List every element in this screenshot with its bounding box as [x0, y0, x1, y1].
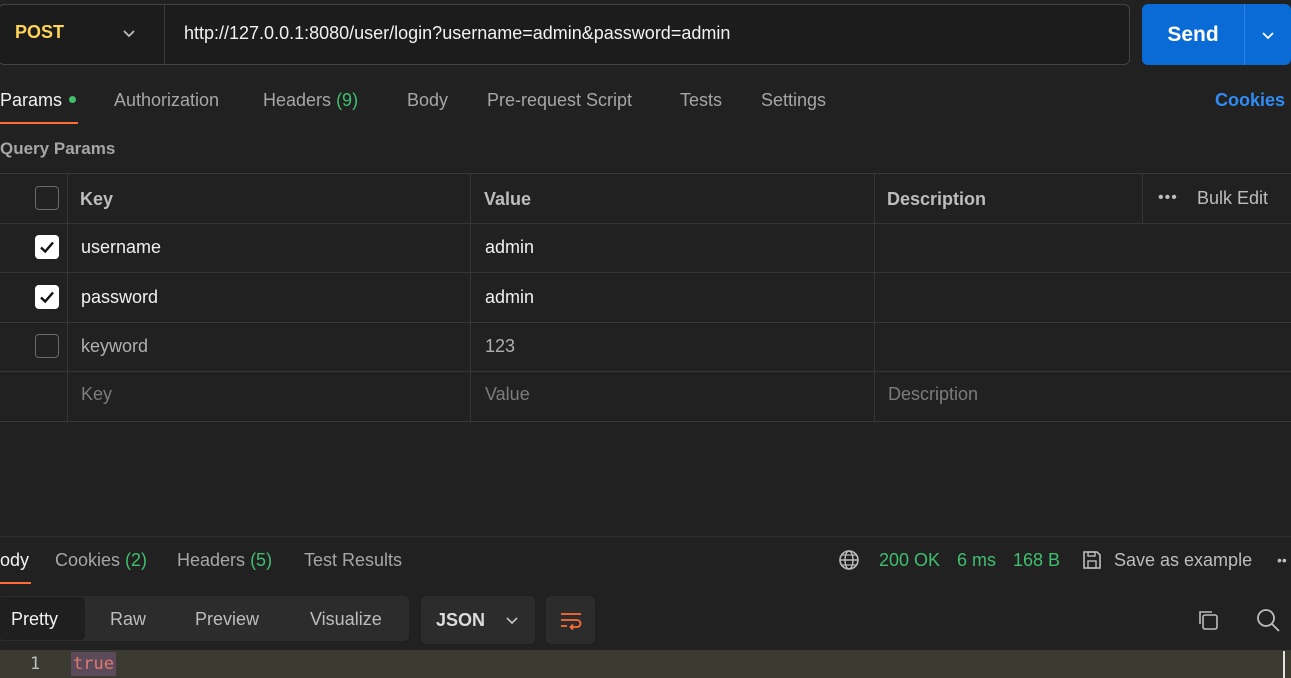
- save-icon[interactable]: [1081, 549, 1103, 571]
- new-key-input[interactable]: Key: [81, 384, 112, 405]
- param-key[interactable]: username: [81, 237, 161, 258]
- check-icon: [40, 291, 54, 304]
- code-line-highlight: [0, 650, 1291, 678]
- table-border: [0, 371, 1291, 372]
- response-tab-test-results[interactable]: Test Results: [304, 550, 402, 571]
- response-size[interactable]: 168 B: [1013, 550, 1060, 571]
- chevron-down-icon[interactable]: [121, 25, 137, 41]
- response-tab-cookies[interactable]: Cookies (2): [55, 550, 147, 571]
- view-mode-pretty[interactable]: Pretty: [11, 609, 58, 630]
- check-icon: [40, 241, 54, 254]
- param-key[interactable]: password: [81, 287, 158, 308]
- cookies-count: (2): [125, 550, 148, 570]
- row-checkbox[interactable]: [35, 235, 59, 259]
- format-label: JSON: [436, 609, 486, 630]
- response-headers-count: (5): [250, 550, 273, 570]
- active-tab-indicator: [0, 582, 31, 584]
- save-as-example-button[interactable]: Save as example: [1114, 550, 1252, 571]
- query-params-title: Query Params: [0, 139, 116, 158]
- row-checkbox[interactable]: [35, 334, 59, 358]
- new-description-input[interactable]: Description: [888, 384, 978, 405]
- format-select[interactable]: JSON: [421, 596, 535, 644]
- column-divider: [874, 173, 875, 421]
- view-mode-visualize[interactable]: Visualize: [310, 609, 382, 630]
- response-time[interactable]: 6 ms: [957, 550, 996, 571]
- response-divider: [0, 536, 1291, 537]
- response-tab-headers[interactable]: Headers (5): [177, 550, 272, 571]
- column-divider: [67, 173, 68, 421]
- table-border: [0, 173, 1291, 174]
- row-checkbox[interactable]: [35, 285, 59, 309]
- url-input[interactable]: http://127.0.0.1:8080/user/login?usernam…: [184, 23, 730, 44]
- wrap-lines-icon: [560, 613, 581, 631]
- select-all-checkbox[interactable]: [35, 186, 59, 210]
- tab-authorization[interactable]: Authorization: [114, 90, 219, 111]
- tab-params[interactable]: Params: [0, 90, 77, 111]
- param-key[interactable]: keyword: [81, 336, 148, 357]
- method-select[interactable]: POST: [15, 22, 64, 43]
- wrap-lines-button[interactable]: [546, 596, 595, 644]
- view-mode-preview[interactable]: Preview: [195, 609, 259, 630]
- tab-settings[interactable]: Settings: [761, 90, 826, 111]
- tab-prerequest-script[interactable]: Pre-request Script: [487, 90, 632, 111]
- divider: [164, 5, 165, 64]
- table-border: [0, 272, 1291, 273]
- tab-tests[interactable]: Tests: [680, 90, 722, 111]
- headers-count: (9): [336, 90, 359, 110]
- column-divider: [470, 173, 471, 421]
- tab-body[interactable]: Body: [407, 90, 448, 111]
- globe-icon[interactable]: [838, 549, 860, 571]
- more-options-icon[interactable]: •••: [1158, 189, 1178, 207]
- send-options-button[interactable]: [1244, 4, 1291, 65]
- copy-icon[interactable]: [1196, 608, 1220, 632]
- status-code[interactable]: 200 OK: [879, 550, 940, 571]
- chevron-down-icon: [1262, 31, 1274, 39]
- send-button[interactable]: Send: [1142, 4, 1244, 65]
- table-border: [0, 223, 1291, 224]
- table-border: [0, 421, 1291, 422]
- line-number: 1: [30, 654, 41, 674]
- column-header-value: Value: [484, 189, 532, 209]
- tab-headers[interactable]: Headers (9): [263, 90, 358, 111]
- param-value[interactable]: 123: [485, 336, 515, 357]
- column-divider: [1142, 173, 1143, 223]
- param-value[interactable]: admin: [485, 237, 534, 258]
- search-icon[interactable]: [1255, 607, 1281, 633]
- column-header-description: Description: [887, 189, 987, 209]
- more-options-icon[interactable]: ••: [1277, 552, 1287, 568]
- scrollbar[interactable]: [1283, 651, 1285, 678]
- view-mode-raw[interactable]: Raw: [110, 609, 146, 630]
- new-value-input[interactable]: Value: [485, 384, 530, 405]
- bulk-edit-button[interactable]: Bulk Edit: [1197, 188, 1268, 209]
- table-border: [0, 322, 1291, 323]
- column-header-key: Key: [80, 189, 114, 209]
- response-tab-body[interactable]: ody: [0, 550, 29, 571]
- response-body-value[interactable]: true: [71, 652, 116, 676]
- param-value[interactable]: admin: [485, 287, 534, 308]
- cookies-link[interactable]: Cookies: [1215, 90, 1285, 111]
- active-tab-indicator: [0, 122, 78, 124]
- active-dot-icon: [69, 95, 77, 103]
- chevron-down-icon: [506, 617, 518, 625]
